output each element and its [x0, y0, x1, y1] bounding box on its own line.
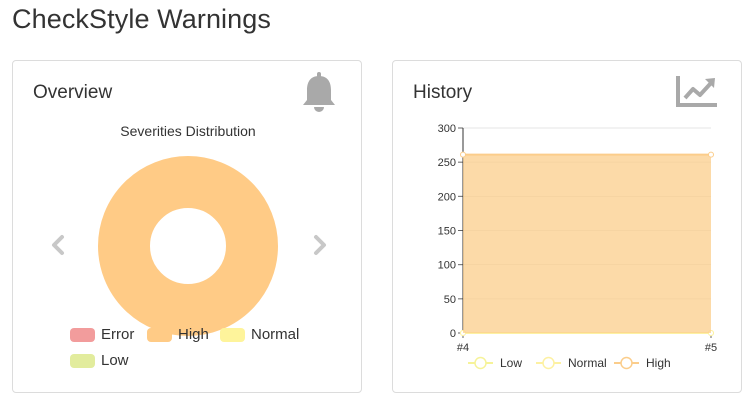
legend-marker — [542, 356, 555, 370]
legend-item-low[interactable]: Low — [70, 352, 129, 369]
legend-label: Normal — [568, 356, 607, 370]
legend-marker — [474, 356, 487, 370]
overview-title: Overview — [33, 82, 113, 103]
chevron-right-icon[interactable] — [309, 233, 331, 257]
legend-label: High — [178, 326, 209, 343]
chart-subtitle: Severities Distribution — [120, 123, 256, 139]
data-point-high[interactable] — [460, 151, 466, 158]
history-title: History — [413, 82, 473, 103]
history-card: History 0 50 100 150 200 250 300 #4 #5 Low Normal H… — [392, 60, 742, 393]
legend-label: Low — [101, 352, 129, 369]
legend-swatch-normal — [220, 327, 245, 342]
y-tick-label: 100 — [438, 260, 456, 272]
y-tick-label: 50 — [444, 294, 456, 306]
legend-label: Error — [101, 326, 135, 343]
y-tick-label: 300 — [438, 123, 456, 135]
legend-marker — [620, 356, 633, 370]
legend-label: Low — [500, 356, 522, 370]
donut-slice-high[interactable] — [98, 156, 278, 336]
overview-card: Overview Severities Distribution Error H… — [12, 60, 362, 393]
chevron-left-icon[interactable] — [47, 233, 69, 257]
y-tick-label: 250 — [438, 157, 456, 169]
legend-label: Normal — [251, 326, 300, 343]
legend-label: High — [646, 356, 671, 370]
legend-swatch-error — [70, 327, 95, 342]
x-tick-label: #5 — [705, 342, 717, 354]
legend-item-error[interactable]: Error — [70, 326, 134, 343]
data-point-high[interactable] — [708, 151, 714, 158]
trend-chart-icon — [676, 76, 717, 107]
bell-icon — [303, 72, 335, 112]
area-high — [463, 154, 711, 333]
severity-donut-chart — [98, 156, 278, 336]
y-tick-label: 200 — [438, 191, 456, 203]
legend-item-high[interactable]: High — [147, 326, 209, 343]
history-legend-high[interactable]: High — [614, 356, 671, 370]
legend-item-normal[interactable]: Normal — [220, 326, 299, 343]
legend-swatch-low — [70, 353, 95, 368]
legend-swatch-high — [147, 327, 172, 342]
history-legend-low[interactable]: Low — [468, 356, 522, 370]
history-legend-normal[interactable]: Normal — [536, 356, 607, 370]
history-area-chart: 0 50 100 150 200 250 300 #4 #5 Low Normal High — [438, 123, 717, 370]
y-tick-label: 150 — [438, 226, 456, 238]
page-title: CheckStyle Warnings — [12, 4, 271, 34]
y-tick-label: 0 — [450, 328, 456, 340]
x-tick-label: #4 — [457, 342, 469, 354]
